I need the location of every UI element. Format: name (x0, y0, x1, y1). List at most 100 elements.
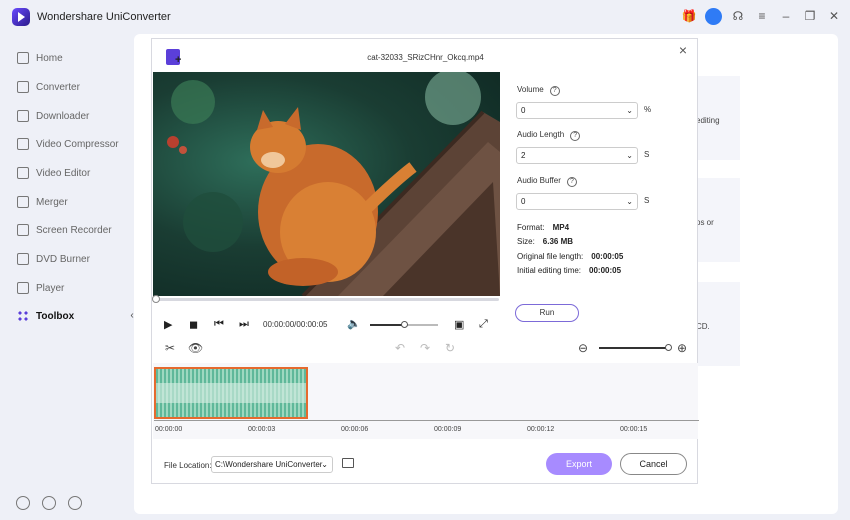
close-icon[interactable]: ✕ (826, 7, 842, 25)
sidebar-bottom-icons (16, 496, 82, 510)
chevron-down-icon: ⌄ (321, 460, 328, 469)
chevron-down-icon: ⌄ (626, 197, 633, 206)
restore-icon[interactable]: ❐ (802, 7, 818, 25)
help-icon[interactable] (16, 496, 30, 510)
sidebar-item-downloader[interactable]: Downloader (0, 104, 134, 128)
audio-clip[interactable] (154, 367, 308, 419)
volume-select[interactable]: 0 ⌄ (516, 102, 638, 119)
app-title: Wondershare UniConverter (37, 11, 171, 23)
zoom-slider[interactable] (599, 344, 672, 351)
sidebar-item-video-editor[interactable]: Video Editor (0, 161, 134, 185)
previous-frame-icon[interactable]: ⏮ (214, 318, 224, 331)
volume-icon[interactable]: 🔈 (347, 317, 361, 330)
app-logo-icon (12, 8, 30, 26)
waveform (156, 383, 306, 403)
next-frame-icon[interactable]: ⏭ (239, 318, 249, 331)
dvd-icon (17, 253, 29, 265)
dialog-close-icon[interactable]: × (675, 42, 691, 58)
timeline-tick: 00:00:12 (527, 426, 555, 433)
format-info: Format: MP4 (517, 223, 570, 232)
feedback-icon[interactable] (68, 496, 82, 510)
player-controls: ▶ ◼ ⏮ ⏭ 00:00:00/00:00:05 🔈 ▣ ⤢ (164, 315, 494, 335)
converter-icon (17, 81, 29, 93)
headset-icon[interactable]: ☊ (730, 7, 746, 25)
zoom-knob[interactable] (665, 344, 672, 351)
timeline-ruler (154, 420, 699, 421)
volume-fill (370, 324, 404, 326)
redo-icon[interactable]: ↷ (420, 341, 430, 355)
bell-icon[interactable] (42, 496, 56, 510)
title-bar: Wondershare UniConverter 🎁 ☊ ≡ – ❐ ✕ (0, 0, 850, 34)
sidebar-item-home[interactable]: Home (0, 46, 134, 70)
progress-knob[interactable] (152, 295, 160, 303)
sidebar-item-video-compressor[interactable]: Video Compressor (0, 132, 134, 156)
volume-slider[interactable] (370, 321, 438, 328)
export-button[interactable]: Export (546, 453, 612, 475)
background-card-1[interactable]: editing (696, 76, 740, 160)
timeline-tick: 00:00:06 (341, 426, 369, 433)
cancel-button[interactable]: Cancel (620, 453, 687, 475)
audio-buffer-unit: S (644, 196, 650, 205)
recorder-icon (17, 224, 29, 236)
audio-buffer-label: Audio Buffer? (517, 176, 577, 187)
audio-buffer-select[interactable]: 0 ⌄ (516, 193, 638, 210)
audio-buffer-help-icon[interactable]: ? (566, 177, 577, 187)
sidebar: Home Converter Downloader Video Compress… (0, 34, 134, 520)
fullscreen-icon[interactable]: ⤢ (479, 318, 488, 331)
run-button[interactable]: Run (515, 304, 579, 322)
stop-icon[interactable]: ◼ (189, 318, 198, 331)
sidebar-item-screen-recorder[interactable]: Screen Recorder (0, 218, 134, 242)
folder-icon[interactable] (342, 458, 354, 468)
play-icon[interactable]: ▶ (164, 318, 172, 331)
scissors-icon[interactable]: ✂ (165, 341, 175, 355)
sidebar-item-merger[interactable]: Merger (0, 190, 134, 214)
volume-help-icon[interactable]: ? (549, 86, 560, 96)
compressor-icon (17, 138, 29, 150)
minimize-icon[interactable]: – (778, 7, 794, 25)
volume-unit: % (644, 105, 652, 114)
timeline-tick: 00:00:00 (155, 426, 183, 433)
timeline-tick: 00:00:09 (434, 426, 462, 433)
file-location-label: File Location: (164, 461, 212, 470)
edit-toolbar: ✂ 👁 ↶ ↷ ↻ ⊖ ⊕ (153, 335, 698, 361)
dialog-title: cat-32033_SRizCHnr_Okcq.mp4 (367, 53, 484, 62)
video-preview[interactable] (153, 72, 500, 296)
avatar-icon[interactable] (705, 7, 722, 25)
merger-icon (17, 196, 29, 208)
snapshot-icon[interactable]: ▣ (454, 318, 464, 331)
reset-icon[interactable]: ↻ (445, 341, 455, 355)
size-info: Size: 6.36 MB (517, 237, 574, 246)
timeline-tick: 00:00:03 (248, 426, 276, 433)
playback-time: 00:00:00/00:00:05 (263, 320, 328, 329)
eye-icon[interactable]: 👁 (188, 341, 203, 355)
player-icon (17, 282, 29, 294)
background-card-3[interactable]: CD. (696, 282, 740, 366)
sidebar-item-converter[interactable]: Converter (0, 75, 134, 99)
initial-editing-time-info: Initial editing time: 00:00:05 (517, 266, 622, 275)
chevron-down-icon: ⌄ (626, 106, 633, 115)
audio-length-select[interactable]: 2 ⌄ (516, 147, 638, 164)
timeline[interactable]: 00:00:00 00:00:03 00:00:06 00:00:09 00:0… (153, 363, 699, 439)
audio-length-help-icon[interactable]: ? (570, 131, 581, 141)
gift-icon[interactable]: 🎁 (681, 7, 697, 25)
toolbox-icon (17, 310, 29, 322)
sidebar-item-toolbox[interactable]: Toolbox (0, 304, 134, 328)
scissors-icon (17, 167, 29, 179)
zoom-out-icon[interactable]: ⊖ (578, 341, 588, 355)
file-location-select[interactable]: C:\Wondershare UniConverter ⌄ (211, 456, 333, 473)
audio-sync-dialog: cat-32033_SRizCHnr_Okcq.mp4 × ▶ (151, 38, 699, 484)
cat-video-frame (167, 72, 500, 296)
audio-length-label: Audio Length? (517, 130, 581, 141)
undo-icon[interactable]: ↶ (395, 341, 405, 355)
video-progress-bar[interactable] (152, 295, 499, 303)
sidebar-item-player[interactable]: Player (0, 276, 134, 300)
menu-icon[interactable]: ≡ (754, 7, 770, 25)
volume-knob[interactable] (401, 321, 408, 328)
background-card-2[interactable]: os or (696, 178, 740, 262)
timeline-tick: 00:00:15 (620, 426, 648, 433)
home-icon (17, 52, 29, 64)
zoom-in-icon[interactable]: ⊕ (677, 341, 687, 355)
sidebar-item-dvd-burner[interactable]: DVD Burner (0, 247, 134, 271)
volume-label: Volume? (517, 85, 560, 96)
chevron-down-icon: ⌄ (626, 151, 633, 160)
